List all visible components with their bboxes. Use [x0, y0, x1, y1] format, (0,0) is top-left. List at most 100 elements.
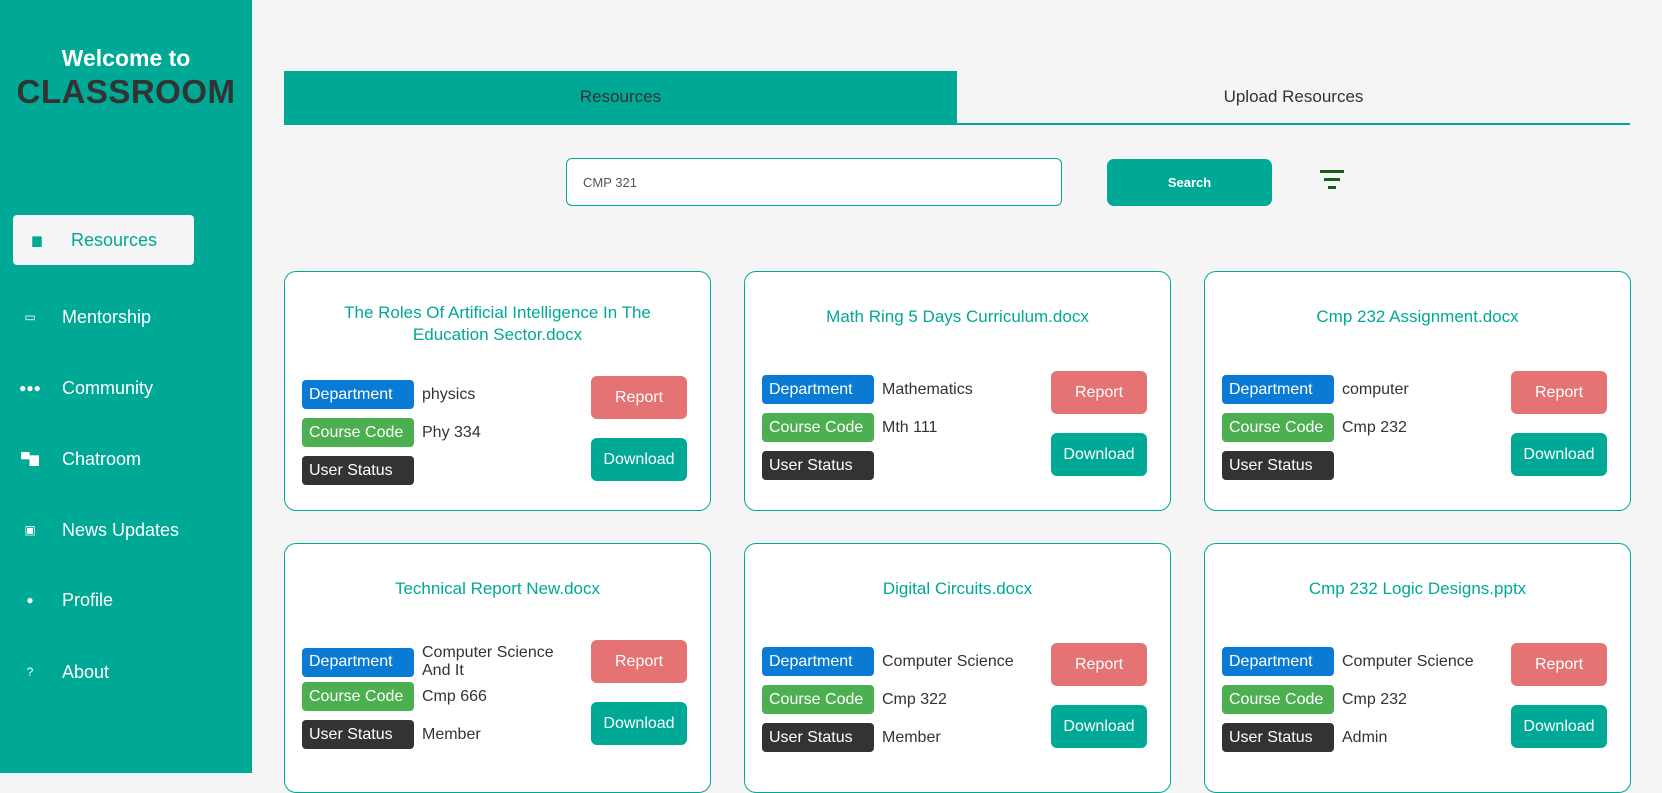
user-status-row: User Status Member [762, 723, 1032, 752]
department-row: Department Computer Science [762, 647, 1032, 676]
course-code-row: Course Code Mth 111 [762, 413, 1032, 442]
resource-card: Technical Report New.docx Department Comp… [284, 543, 711, 793]
download-button[interactable]: Download [1511, 705, 1607, 748]
user-status-value: Member [882, 728, 941, 746]
resource-title: Cmp 232 Logic Designs.pptx [1308, 579, 1527, 598]
sidebar-item-label: Mentorship [62, 306, 152, 327]
user-status-value: Admin [1342, 728, 1388, 746]
course-code-badge: Course Code [302, 682, 414, 711]
user-status-badge: User Status [762, 723, 874, 752]
department-value: Mathematics [882, 380, 973, 398]
course-code-badge: Course Code [762, 413, 874, 442]
user-status-badge: User Status [302, 456, 414, 485]
resource-title: The Roles Of Artificial Intelligence In … [344, 303, 651, 344]
welcome-text: Welcome to [61, 45, 191, 71]
comments-icon: ▀▆ [21, 452, 39, 466]
department-value: Computer Science [882, 652, 1014, 670]
sidebar-item-label: Chatroom [62, 448, 142, 469]
report-button[interactable]: Report [591, 376, 687, 419]
department-value: Computer Science [1342, 652, 1474, 670]
user-status-row: User Status [762, 451, 1032, 480]
search-input[interactable] [566, 158, 1062, 206]
sidebar-item-label: Profile [62, 589, 114, 610]
course-code-badge: Course Code [1222, 413, 1334, 442]
report-button[interactable]: Report [591, 640, 687, 683]
sidebar-item-community[interactable]: ●●● Community [13, 363, 194, 413]
user-status-row: User Status Admin [1222, 723, 1492, 752]
course-code-value: Mth 111 [882, 418, 938, 436]
department-badge: Department [302, 380, 414, 409]
tab-resources[interactable]: Resources [284, 71, 957, 123]
department-row: Department Computer Science And It [302, 644, 572, 680]
sidebar-item-label: Community [62, 377, 154, 398]
user-status-row: User Status Member [302, 720, 572, 749]
report-button[interactable]: Report [1051, 643, 1147, 686]
user-status-row: User Status [1222, 451, 1492, 480]
download-button[interactable]: Download [591, 702, 687, 745]
user-status-badge: User Status [1222, 451, 1334, 480]
resource-card: Math Ring 5 Days Curriculum.docx Departm… [744, 271, 1171, 511]
sidebar-item-profile[interactable]: ● Profile [13, 575, 194, 625]
filter-icon[interactable] [1320, 170, 1346, 192]
users-icon: ●●● [19, 381, 41, 395]
download-button[interactable]: Download [1511, 433, 1607, 476]
department-value: computer [1342, 380, 1409, 398]
chalkboard-teacher-icon: ▭ [24, 310, 36, 324]
sidebar-item-label: Resources [71, 229, 158, 250]
course-code-value: Phy 334 [422, 423, 481, 441]
department-badge: Department [762, 375, 874, 404]
report-button[interactable]: Report [1051, 371, 1147, 414]
sidebar-item-label: About [62, 661, 110, 682]
resource-card: The Roles Of Artificial Intelligence In … [284, 271, 711, 511]
department-value: Computer Science And It [422, 644, 554, 679]
course-code-row: Course Code Phy 334 [302, 418, 572, 447]
department-row: Department Computer Science [1222, 647, 1492, 676]
search-button[interactable]: Search [1107, 159, 1272, 206]
download-button[interactable]: Download [1051, 433, 1147, 476]
department-value: physics [422, 385, 476, 403]
course-code-value: Cmp 322 [882, 690, 947, 708]
resource-card: Cmp 232 Logic Designs.pptx Department Com… [1204, 543, 1631, 793]
sidebar-item-about[interactable]: ? About [13, 647, 194, 697]
resource-card: Digital Circuits.docx Department Computer… [744, 543, 1171, 793]
sidebar-item-label: News Updates [62, 519, 180, 540]
download-button[interactable]: Download [1051, 705, 1147, 748]
department-row: Department computer [1222, 375, 1492, 404]
department-badge: Department [302, 647, 414, 677]
sidebar-item-chatroom[interactable]: ▀▆ Chatroom [13, 434, 194, 484]
report-button[interactable]: Report [1511, 371, 1607, 414]
file-icon: ▆ [32, 233, 42, 247]
sidebar-item-news-updates[interactable]: ▣ News Updates [13, 505, 194, 555]
sidebar-item-mentorship[interactable]: ▭ Mentorship [13, 292, 194, 342]
sidebar-item-resources[interactable]: ▆ Resources [13, 215, 194, 265]
report-button[interactable]: Report [1511, 643, 1607, 686]
department-badge: Department [1222, 375, 1334, 404]
course-code-row: Course Code Cmp 322 [762, 685, 1032, 714]
user-status-value: Member [422, 725, 481, 743]
course-code-value: Cmp 666 [422, 687, 487, 705]
course-code-badge: Course Code [762, 685, 874, 714]
course-code-badge: Course Code [302, 418, 414, 447]
department-badge: Department [762, 647, 874, 676]
course-code-row: Course Code Cmp 232 [1222, 413, 1492, 442]
resource-title: Math Ring 5 Days Curriculum.docx [826, 307, 1089, 326]
download-button[interactable]: Download [591, 438, 687, 481]
brand-title: CLASSROOM [16, 73, 236, 110]
department-row: Department Mathematics [762, 375, 1032, 404]
tab-upload-resources[interactable]: Upload Resources [957, 71, 1630, 123]
course-code-row: Course Code Cmp 666 [302, 682, 572, 711]
user-status-badge: User Status [762, 451, 874, 480]
sidebar: Welcome to CLASSROOM ▆ Resources ▭ Mentors… [0, 0, 252, 773]
resource-card: Cmp 232 Assignment.docx Department comput… [1204, 271, 1631, 511]
tab-bar: Resources Upload Resources [284, 71, 1630, 125]
user-status-badge: User Status [1222, 723, 1334, 752]
user-circle-icon: ● [26, 593, 34, 607]
resource-title: Digital Circuits.docx [882, 579, 1033, 598]
department-row: Department physics [302, 380, 572, 409]
resource-title: Cmp 232 Assignment.docx [1316, 307, 1519, 326]
newspaper-icon: ▣ [24, 523, 36, 537]
course-code-badge: Course Code [1222, 685, 1334, 714]
department-badge: Department [1222, 647, 1334, 676]
user-status-badge: User Status [302, 720, 414, 749]
course-code-row: Course Code Cmp 232 [1222, 685, 1492, 714]
